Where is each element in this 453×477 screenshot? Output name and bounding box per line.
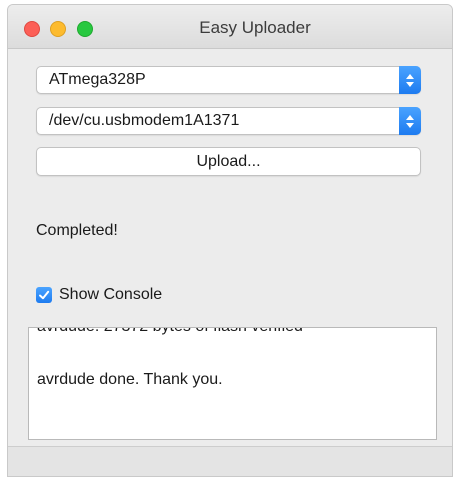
upload-button[interactable]: Upload... <box>36 147 421 176</box>
console-line: avrdude: 27372 bytes of flash verified <box>37 328 303 336</box>
chevron-up-icon <box>406 73 414 79</box>
show-console-row[interactable]: Show Console <box>36 285 162 305</box>
show-console-label: Show Console <box>59 286 163 303</box>
chevron-down-icon <box>406 122 414 128</box>
port-select[interactable]: /dev/cu.usbmodem1A1371 <box>36 107 421 135</box>
chevron-up-icon <box>406 114 414 120</box>
board-select-stepper-icon <box>399 66 421 94</box>
console-output[interactable]: avrdude: 27372 bytes of flash verified a… <box>28 327 437 440</box>
port-select-stepper-icon <box>399 107 421 135</box>
console-line: avrdude done. Thank you. <box>37 371 223 388</box>
board-select-value: ATmega328P <box>49 71 146 88</box>
status-text: Completed! <box>36 222 118 239</box>
title-bar[interactable]: Easy Uploader <box>8 5 452 49</box>
show-console-checkbox[interactable] <box>36 287 52 303</box>
window-title: Easy Uploader <box>199 18 311 37</box>
board-select[interactable]: ATmega328P <box>36 66 421 94</box>
checkmark-icon <box>39 290 50 300</box>
app-window: Easy Uploader ATmega328P /dev/cu.usbmode… <box>7 4 453 477</box>
chevron-down-icon <box>406 81 414 87</box>
bottom-bar <box>8 446 452 476</box>
port-select-value: /dev/cu.usbmodem1A1371 <box>49 112 240 129</box>
